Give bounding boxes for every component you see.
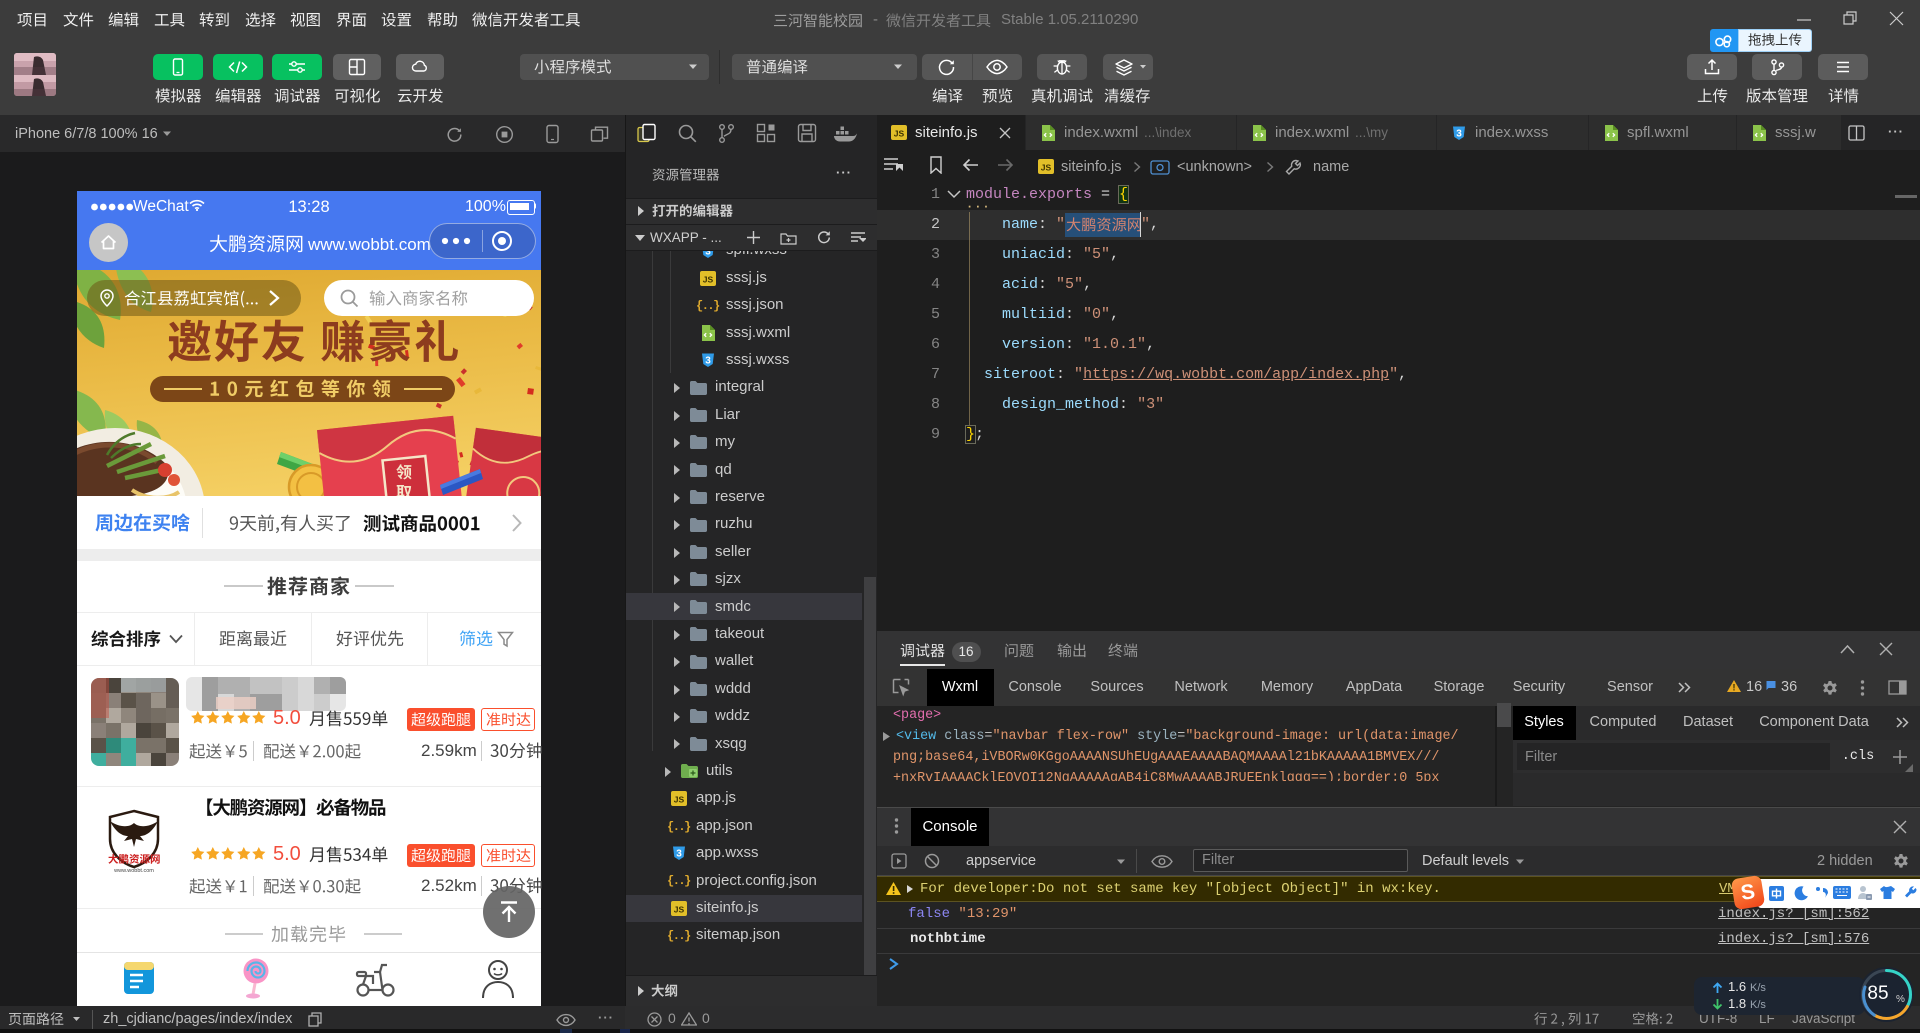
svg-text:JS: JS (674, 904, 685, 914)
svg-text:JS: JS (894, 129, 905, 139)
svg-text:JS: JS (674, 795, 685, 805)
svg-text:3: 3 (676, 849, 682, 860)
svg-text:JS: JS (703, 274, 714, 284)
svg-text:3: 3 (1456, 128, 1462, 139)
svg-text:3: 3 (705, 356, 711, 367)
svg-text:JS: JS (1041, 163, 1052, 173)
svg-text:!: ! (1733, 683, 1736, 693)
svg-text:www.wobbt.com: www.wobbt.com (113, 868, 154, 874)
